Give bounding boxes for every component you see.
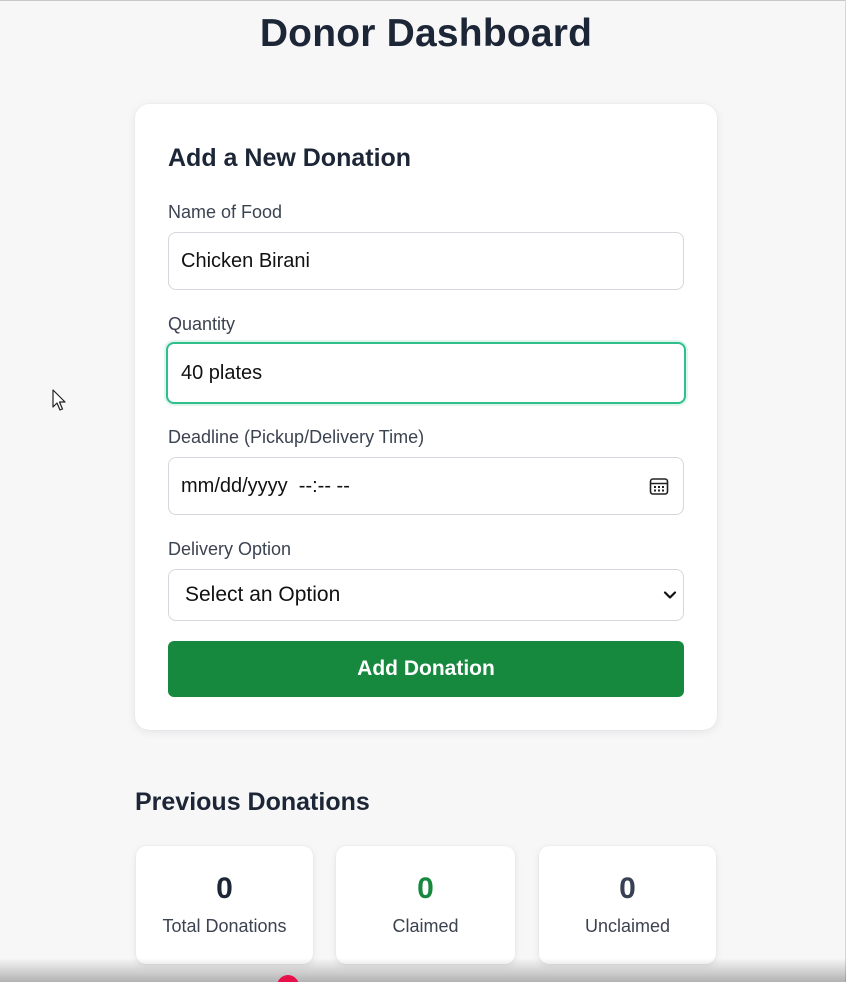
- claimed-count: 0: [417, 872, 434, 905]
- food-name-value: Chicken Birani: [181, 249, 310, 272]
- unclaimed-count: 0: [619, 872, 636, 905]
- total-donations-label: Total Donations: [162, 916, 287, 936]
- stat-card-claimed: 0 Claimed: [336, 846, 515, 964]
- claimed-label: Claimed: [392, 916, 459, 936]
- total-donations-count: 0: [216, 872, 233, 905]
- add-donation-card: Add a New Donation Name of Food Chicken …: [135, 104, 717, 730]
- chevron-down-icon: [663, 591, 677, 599]
- deadline-placeholder: mm/dd/yyyy --:-- --: [181, 474, 350, 497]
- stat-card-total: 0 Total Donations: [136, 846, 313, 964]
- form-title: Add a New Donation: [168, 144, 412, 172]
- previous-donations-title: Previous Donations: [135, 788, 370, 816]
- add-donation-button[interactable]: Add Donation: [168, 641, 684, 697]
- deadline-input[interactable]: mm/dd/yyyy --:-- --: [168, 457, 684, 515]
- quantity-input[interactable]: 40 plates: [166, 342, 686, 404]
- deadline-label: Deadline (Pickup/Delivery Time): [168, 427, 425, 447]
- quantity-value: 40 plates: [181, 361, 263, 384]
- calendar-icon[interactable]: [649, 476, 669, 496]
- mouse-cursor-icon: [52, 389, 66, 411]
- quantity-label: Quantity: [168, 314, 236, 334]
- delivery-option-select[interactable]: Select an Option: [168, 569, 684, 621]
- bottom-shadow: [0, 958, 846, 982]
- page-title: Donor Dashboard: [259, 12, 593, 55]
- delivery-option-value: Select an Option: [185, 583, 341, 606]
- food-name-label: Name of Food: [168, 202, 283, 222]
- window-top-border: [0, 0, 846, 1]
- food-name-input[interactable]: Chicken Birani: [168, 232, 684, 290]
- stat-card-unclaimed: 0 Unclaimed: [539, 846, 716, 964]
- delivery-option-label: Delivery Option: [168, 539, 292, 559]
- unclaimed-label: Unclaimed: [584, 916, 671, 936]
